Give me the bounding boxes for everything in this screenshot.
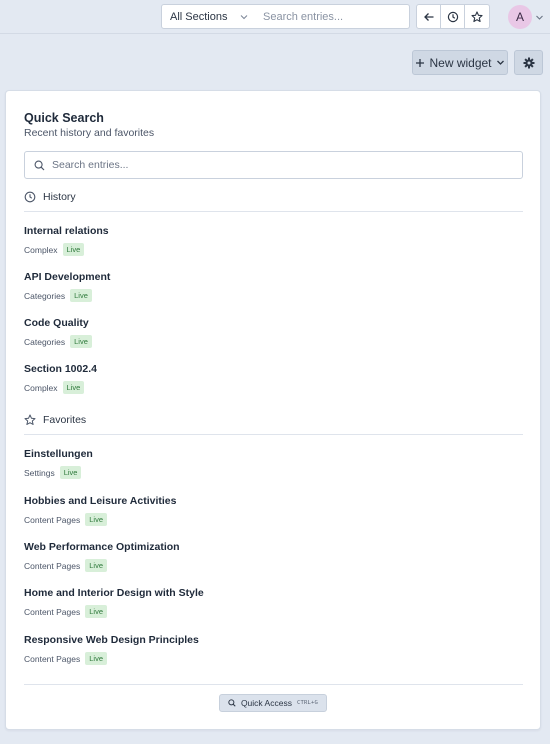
quick-access-button[interactable]: Quick Access CTRL+G [219, 694, 327, 712]
list-item[interactable]: Web Performance Optimization Content Pag… [24, 541, 523, 572]
status-badge: Live [62, 381, 85, 394]
list-item[interactable]: API Development Categories Live [24, 271, 523, 302]
status-badge: Live [85, 652, 107, 665]
history-section-header: History [24, 191, 523, 212]
star-icon [471, 10, 483, 23]
clock-icon [24, 191, 36, 203]
search-icon [34, 160, 45, 171]
favorites-label: Favorites [43, 414, 87, 426]
new-widget-label: New widget [429, 55, 492, 70]
list-item[interactable]: Internal relations Complex Live [24, 225, 523, 256]
status-badge: Live [70, 335, 92, 348]
list-item[interactable]: Section 1002.4 Complex Live [24, 363, 523, 394]
status-badge: Live [62, 243, 85, 256]
entry-type: Content Pages [24, 560, 81, 571]
divider [24, 684, 523, 685]
header-search-input[interactable] [263, 10, 400, 23]
back-arrow-icon [423, 11, 435, 23]
entry-title: Responsive Web Design Principles [24, 634, 199, 646]
header-search[interactable] [254, 4, 410, 29]
entry-type: Categories [24, 290, 66, 301]
avatar-initial: A [515, 10, 524, 24]
status-badge: Live [85, 513, 107, 526]
entry-title: Internal relations [24, 225, 109, 237]
widget-subtitle: Recent history and favorites [24, 127, 155, 139]
back-button[interactable] [417, 5, 441, 28]
list-item[interactable]: Einstellungen Settings Live [24, 448, 523, 479]
history-label: History [43, 191, 76, 203]
entry-type: Complex [24, 244, 58, 255]
entry-title: Hobbies and Leisure Activities [24, 495, 177, 507]
entry-type: Content Pages [24, 514, 81, 525]
plus-icon [415, 58, 425, 68]
chevron-down-icon [240, 13, 248, 21]
star-icon [24, 414, 36, 426]
status-badge: Live [85, 605, 107, 618]
entry-type: Complex [24, 382, 58, 393]
list-item[interactable]: Home and Interior Design with Style Cont… [24, 587, 523, 618]
list-item[interactable]: Code Quality Categories Live [24, 317, 523, 348]
entry-type: Settings [24, 467, 55, 478]
top-bar: All Sections A [0, 0, 550, 34]
quick-search-widget: Quick Search Recent history and favorite… [5, 90, 541, 730]
keyboard-shortcut: CTRL+G [296, 700, 319, 706]
entry-title: Home and Interior Design with Style [24, 587, 204, 599]
widget-search[interactable] [24, 151, 523, 179]
section-select-value: All Sections [170, 10, 228, 23]
search-icon [228, 699, 236, 707]
new-widget-button[interactable]: New widget [412, 50, 508, 75]
avatar[interactable]: A [508, 5, 532, 29]
status-badge: Live [70, 289, 92, 302]
favorites-section-header: Favorites [24, 414, 523, 435]
entry-type: Categories [24, 336, 66, 347]
gear-icon [523, 57, 535, 69]
chevron-down-icon [496, 58, 505, 67]
widget-search-input[interactable] [52, 159, 492, 171]
entry-type: Content Pages [24, 606, 81, 617]
header-icon-group [416, 4, 490, 29]
widget-title: Quick Search [24, 111, 104, 125]
list-item[interactable]: Hobbies and Leisure Activities Content P… [24, 495, 523, 526]
chevron-down-icon[interactable] [535, 13, 544, 22]
entry-type: Content Pages [24, 653, 81, 664]
entry-title: Web Performance Optimization [24, 541, 180, 553]
entry-title: Section 1002.4 [24, 363, 97, 375]
entry-title: Einstellungen [24, 448, 93, 460]
entry-title: API Development [24, 271, 111, 283]
history-button[interactable] [441, 5, 465, 28]
section-select[interactable]: All Sections [161, 4, 255, 29]
entry-title: Code Quality [24, 317, 89, 329]
quick-access-label: Quick Access [240, 698, 292, 708]
status-badge: Live [59, 466, 82, 479]
clock-icon [447, 11, 459, 23]
status-badge: Live [85, 559, 107, 572]
favorites-button[interactable] [465, 5, 489, 28]
list-item[interactable]: Responsive Web Design Principles Content… [24, 634, 523, 665]
settings-button[interactable] [514, 50, 543, 75]
